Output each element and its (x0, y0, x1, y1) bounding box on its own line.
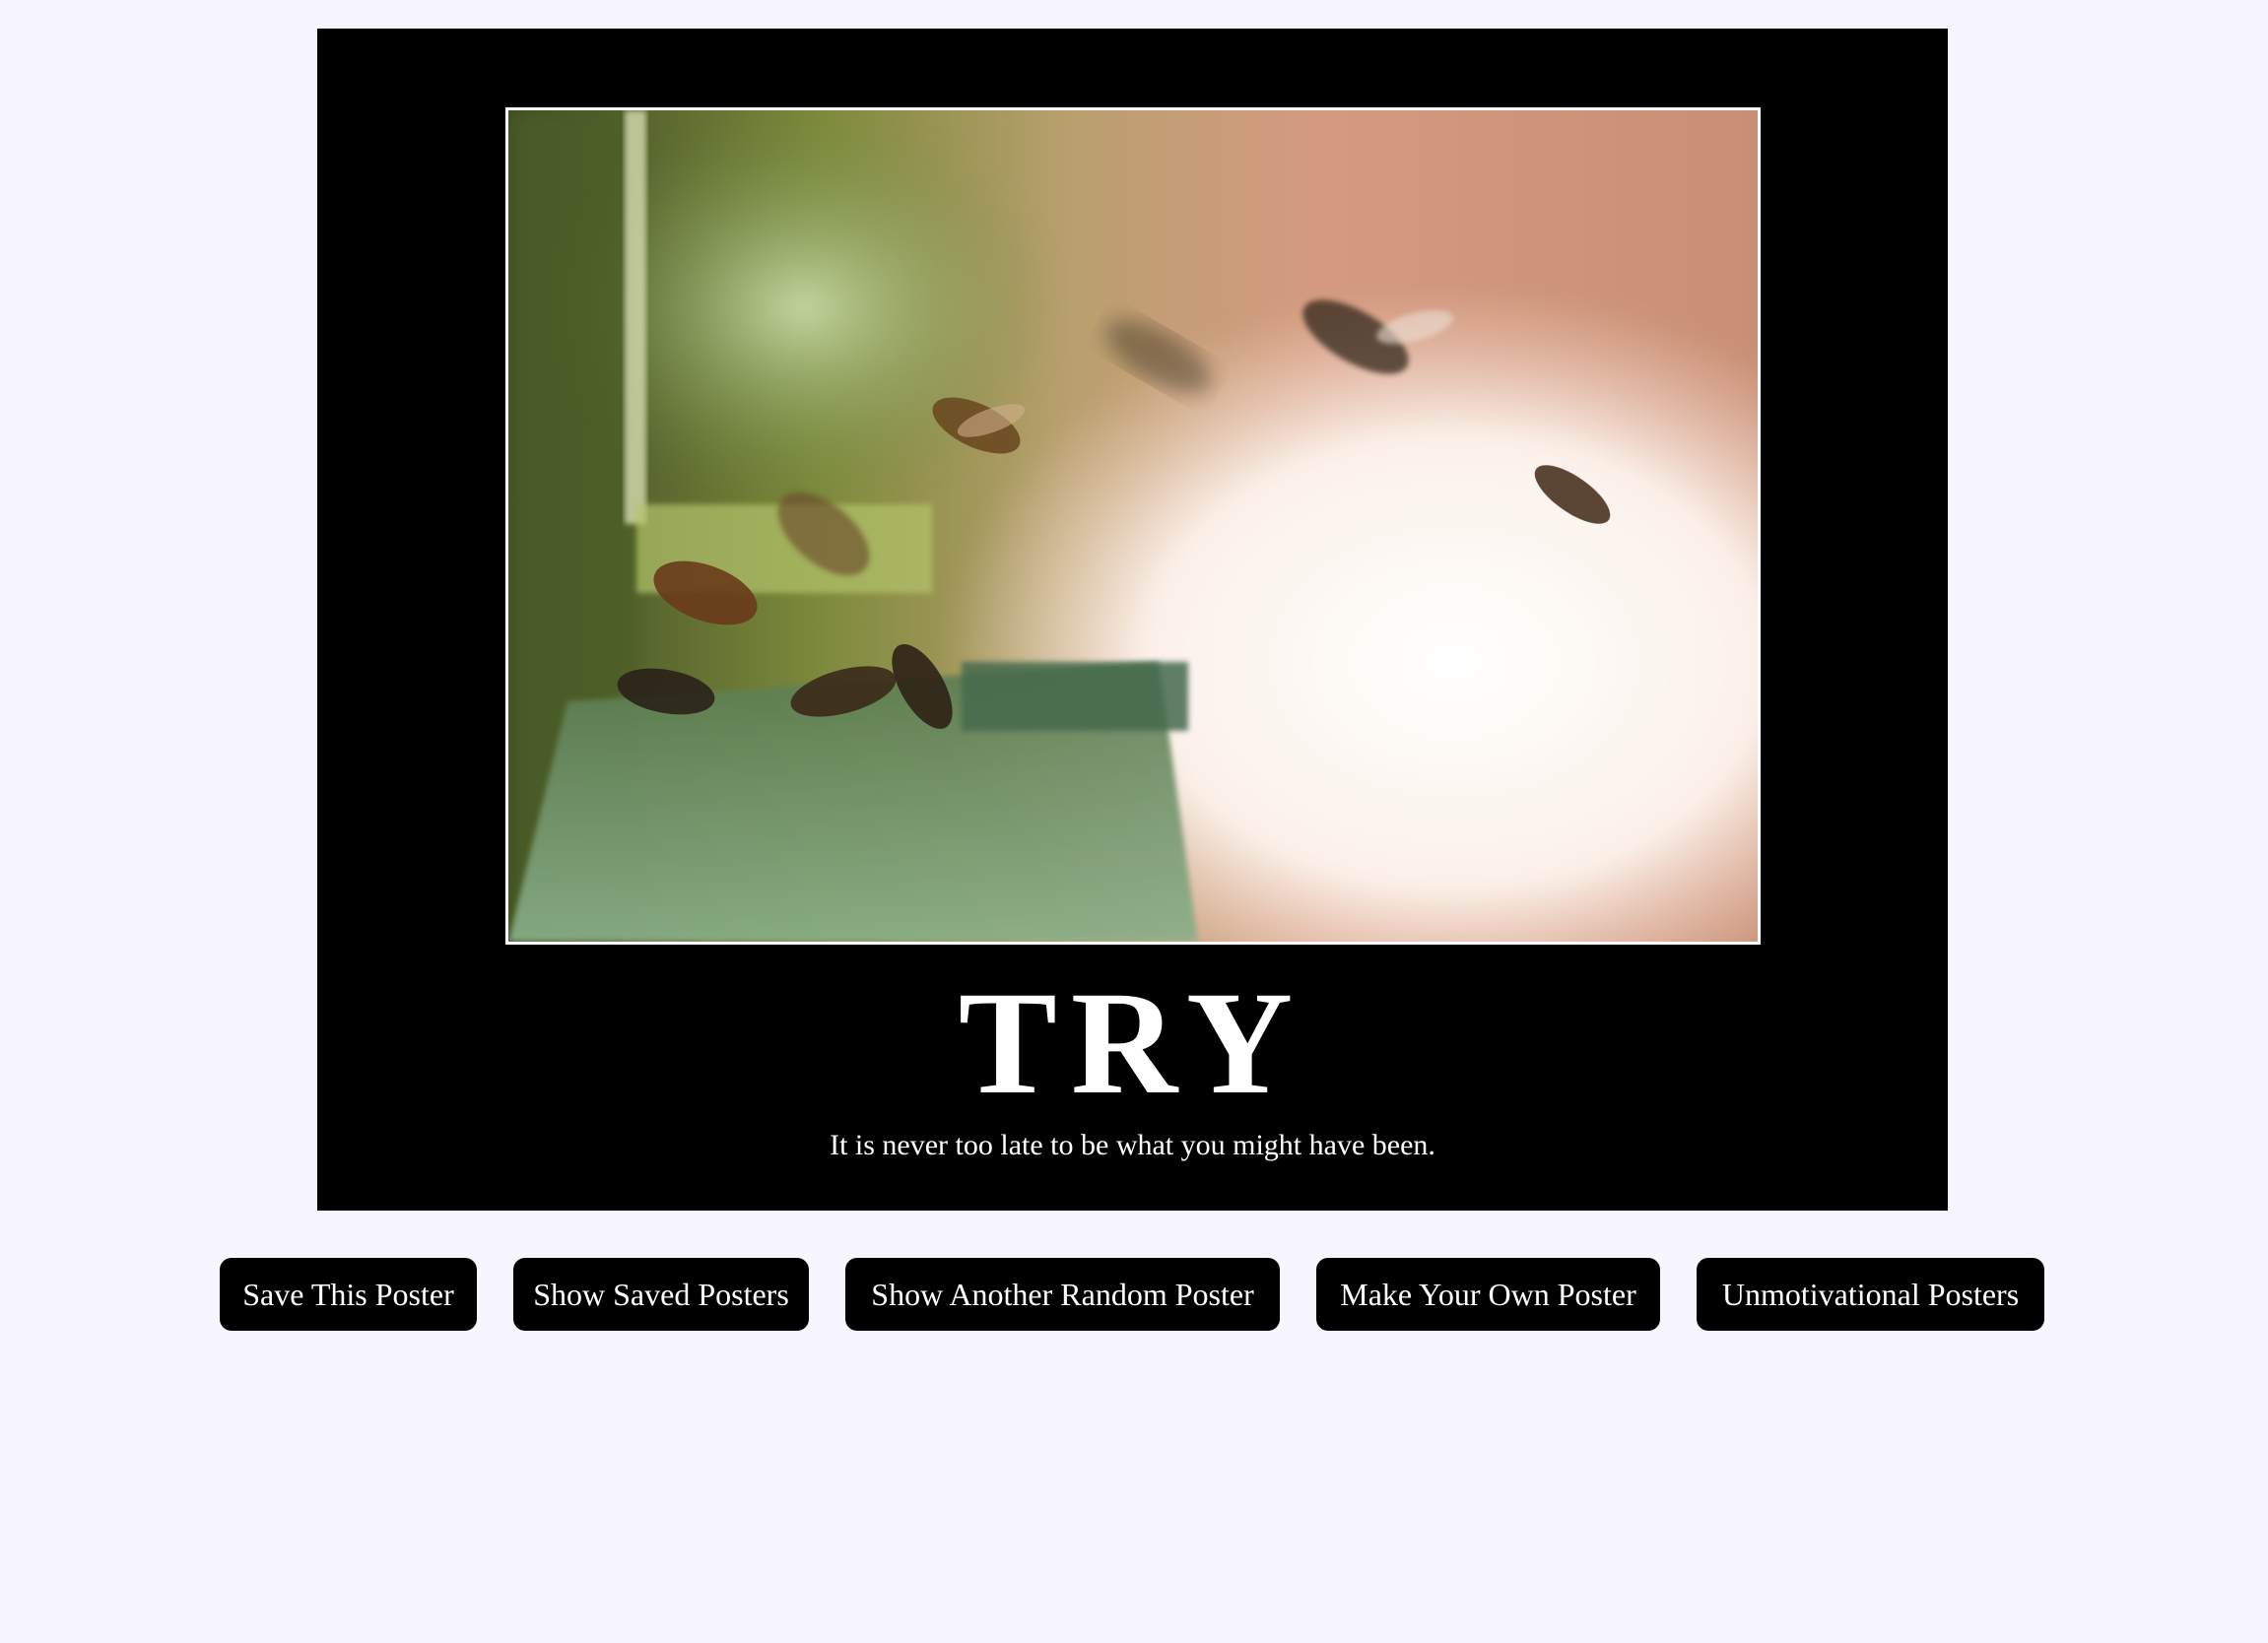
make-own-poster-button[interactable]: Make Your Own Poster (1316, 1258, 1660, 1331)
show-saved-posters-button[interactable]: Show Saved Posters (513, 1258, 809, 1331)
poster-image (505, 107, 1761, 945)
main-poster: TRY It is never too late to be what you … (317, 29, 1948, 1211)
bees-photo (508, 110, 1758, 942)
poster-controls: Save This Poster Show Saved Posters Show… (0, 1258, 2268, 1331)
unmotivational-posters-button[interactable]: Unmotivational Posters (1697, 1258, 2044, 1331)
poster-title: TRY (958, 961, 1307, 1125)
save-poster-button[interactable]: Save This Poster (220, 1258, 477, 1331)
show-random-poster-button[interactable]: Show Another Random Poster (845, 1258, 1280, 1331)
poster-quote: It is never too late to be what you migh… (830, 1129, 1435, 1161)
